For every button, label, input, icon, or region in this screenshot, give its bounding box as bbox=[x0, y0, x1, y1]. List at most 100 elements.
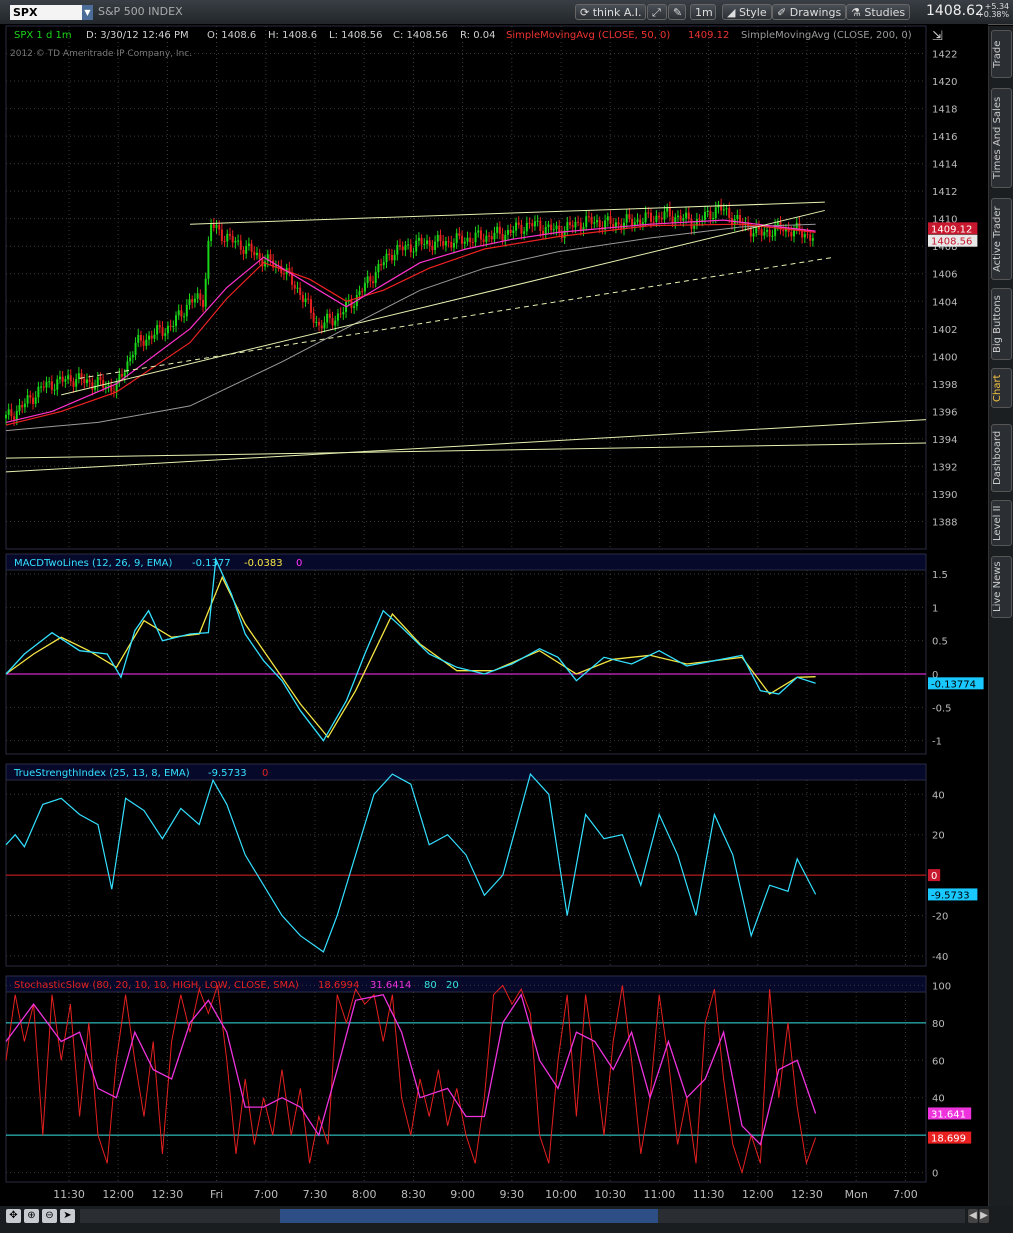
candle-body bbox=[687, 212, 690, 220]
candle-body bbox=[725, 208, 728, 210]
candle-body bbox=[385, 253, 388, 263]
candle-body bbox=[31, 397, 34, 404]
tab-trade[interactable]: Trade bbox=[991, 30, 1012, 78]
symbol-dropdown-icon[interactable]: ▼ bbox=[82, 5, 93, 20]
candle-body bbox=[714, 207, 717, 219]
candle-body bbox=[34, 397, 37, 404]
time-scrollbar[interactable] bbox=[80, 1209, 965, 1223]
stoch-k-last-label: 18.699 bbox=[931, 1134, 966, 1145]
zoom-in-icon[interactable]: ⊕ bbox=[24, 1209, 39, 1223]
macd-legend-value: -0.1377 bbox=[192, 558, 231, 569]
candle-body bbox=[361, 291, 364, 293]
candle-body bbox=[137, 335, 140, 343]
candle-body bbox=[88, 379, 91, 383]
pointer-icon[interactable]: ➤ bbox=[60, 1209, 75, 1223]
candle-body bbox=[61, 376, 64, 382]
symbol-description: S&P 500 INDEX bbox=[98, 5, 183, 18]
scroll-left-icon[interactable]: ◀ bbox=[968, 1209, 978, 1223]
candle-body bbox=[466, 237, 469, 242]
candle-body bbox=[323, 322, 326, 329]
candle-body bbox=[37, 386, 40, 398]
candle-body bbox=[585, 216, 588, 227]
candle-body bbox=[509, 229, 512, 234]
candle-body bbox=[158, 325, 161, 328]
candle-body bbox=[431, 245, 434, 250]
candle-body bbox=[803, 234, 806, 238]
chart-area[interactable]: 11:30 12:00 12:30 Fri 7:00 7:30 8:00 8:30 9:00 9:… bbox=[0, 24, 988, 1206]
candle-body bbox=[166, 325, 169, 334]
candle-body bbox=[156, 325, 159, 335]
studies-label: Studies bbox=[864, 6, 906, 19]
symbol-input[interactable]: SPX bbox=[10, 5, 82, 20]
candle-body bbox=[712, 218, 715, 220]
macd-legend-avg: -0.0383 bbox=[244, 558, 283, 569]
candle-body bbox=[315, 321, 318, 323]
candle-body bbox=[204, 278, 207, 307]
candle-body bbox=[40, 386, 43, 388]
candle-body bbox=[458, 233, 461, 236]
candle-body bbox=[782, 229, 785, 232]
candle-body bbox=[129, 357, 132, 362]
candle-body bbox=[150, 335, 153, 339]
tsi-last-label: -9.5733 bbox=[931, 890, 970, 901]
candle-body bbox=[515, 222, 518, 231]
price-label-last: 1408.56 bbox=[931, 237, 972, 248]
x-tick-label: 11:00 bbox=[644, 1188, 676, 1201]
wrench-icon[interactable]: ✎ bbox=[668, 4, 686, 20]
candle-body bbox=[223, 241, 226, 243]
y-tick-label: 1.5 bbox=[932, 570, 948, 581]
timeframe-button[interactable]: 1m bbox=[690, 4, 716, 20]
candle-body bbox=[226, 233, 229, 242]
candle-body bbox=[809, 234, 812, 241]
candle-body bbox=[91, 382, 94, 390]
zoom-out-icon[interactable]: ⊖ bbox=[42, 1209, 57, 1223]
zoom-fit-icon[interactable]: ✥ bbox=[6, 1209, 21, 1223]
candle-body bbox=[612, 223, 615, 228]
candle-body bbox=[188, 299, 191, 305]
last-price: 1408.62 bbox=[926, 3, 984, 19]
scroll-thumb[interactable] bbox=[280, 1209, 658, 1223]
drawings-button[interactable]: ✐ Drawings bbox=[772, 4, 847, 20]
tab-chart[interactable]: Chart bbox=[991, 368, 1012, 408]
candle-body bbox=[461, 235, 464, 244]
price-label-sma: 1409.12 bbox=[931, 224, 972, 235]
candle-body bbox=[760, 229, 763, 236]
candle-body bbox=[207, 240, 210, 279]
tab-level-ii[interactable]: Level II bbox=[991, 500, 1012, 546]
tab-active-trader[interactable]: Active Trader bbox=[991, 198, 1012, 280]
candle-body bbox=[331, 317, 334, 326]
tab-times-and-sales[interactable]: Times And Sales bbox=[991, 88, 1012, 188]
candle-body bbox=[479, 230, 482, 240]
candle-body bbox=[121, 374, 124, 377]
x-tick-label: 12:00 bbox=[742, 1188, 774, 1201]
candle-body bbox=[83, 379, 86, 384]
stoch-legend-value: 31.6414 bbox=[370, 980, 411, 991]
candle-body bbox=[795, 222, 798, 229]
candle-body bbox=[372, 281, 375, 284]
tsi-legend-zero: 0 bbox=[262, 768, 268, 779]
candle-body bbox=[175, 315, 178, 326]
y-tick-label: 100 bbox=[932, 981, 951, 992]
tab-big-buttons[interactable]: Big Buttons bbox=[991, 288, 1012, 360]
y-tick-label: 1398 bbox=[932, 380, 957, 391]
candle-body bbox=[536, 220, 539, 222]
style-button[interactable]: ◢ Style bbox=[722, 4, 772, 20]
candle-body bbox=[485, 235, 488, 242]
scroll-right-icon[interactable]: ▶ bbox=[979, 1209, 989, 1223]
y-tick-label: 1402 bbox=[932, 325, 957, 336]
y-tick-label: 0 bbox=[932, 1169, 938, 1180]
studies-button[interactable]: ⚗ Studies bbox=[846, 4, 911, 20]
candle-body bbox=[53, 389, 56, 391]
scale-icon[interactable]: ⇲ bbox=[932, 29, 943, 44]
crosshair-tool-icon[interactable]: ⤢ bbox=[647, 4, 667, 20]
tab-live-news[interactable]: Live News bbox=[991, 556, 1012, 618]
candle-body bbox=[547, 224, 550, 227]
candle-body bbox=[493, 232, 496, 240]
think-ai-button[interactable]: ⟳ think A.I. bbox=[575, 4, 647, 20]
y-tick-label: 1412 bbox=[932, 187, 957, 198]
candle-body bbox=[420, 237, 423, 245]
candle-body bbox=[474, 232, 477, 243]
candle-body bbox=[682, 218, 685, 221]
tab-dashboard[interactable]: Dashboard bbox=[991, 424, 1012, 492]
candle-body bbox=[107, 384, 110, 387]
